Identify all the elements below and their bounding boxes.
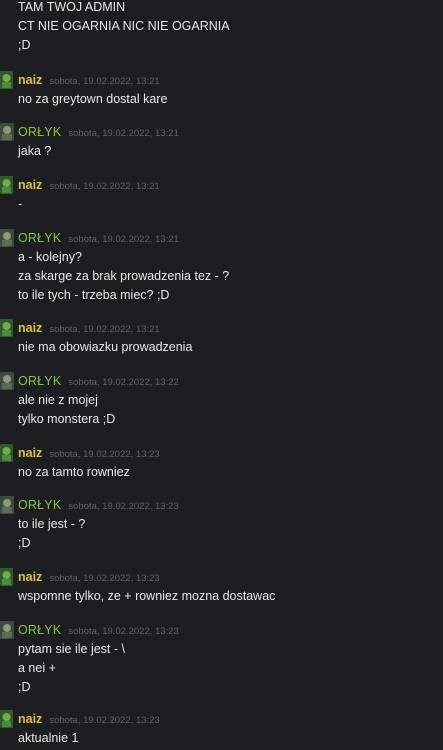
message-line: nie ma obowiazku prowadzenia — [18, 340, 193, 354]
message-line: CT NIE OGARNIA NIC NIE OGARNIA — [18, 19, 230, 33]
avatar[interactable] — [0, 444, 13, 462]
message-header: naiz sobota, 19.02.2022, 13:23 — [18, 444, 160, 462]
message-line: TAM TWOJ ADMIN — [18, 0, 126, 14]
avatar[interactable] — [0, 496, 14, 514]
message-header: ORŁYK sobota, 19.02.2022, 13:21 — [18, 123, 179, 141]
author-name[interactable]: naiz — [18, 444, 42, 462]
message-header: naiz sobota, 19.02.2022, 13:21 — [18, 71, 160, 89]
author-name[interactable]: ORŁYK — [18, 123, 61, 141]
avatar[interactable] — [0, 621, 14, 639]
message-line: no za tamto rowniez — [18, 465, 130, 479]
message-line: aktualnie 1 — [18, 731, 79, 745]
avatar[interactable] — [0, 71, 13, 89]
avatar[interactable] — [0, 568, 13, 586]
message-line: wspomne tylko, ze + rowniez mozna dostaw… — [18, 589, 276, 603]
message-line: pytam sie ile jest - \ — [18, 642, 125, 656]
message-line: a - kolejny? — [18, 250, 82, 264]
author-name[interactable]: ORŁYK — [18, 621, 61, 639]
avatar[interactable] — [0, 176, 13, 194]
timestamp: sobota, 19.02.2022, 13:21 — [68, 234, 179, 245]
message-header: naiz sobota, 19.02.2022, 13:23 — [18, 710, 160, 728]
message-line: jaka ? — [18, 144, 52, 158]
timestamp: sobota, 19.02.2022, 13:21 — [68, 128, 179, 139]
message-line: ;D — [18, 536, 31, 550]
message-line: ale nie z mojej — [18, 393, 98, 407]
timestamp: sobota, 19.02.2022, 13:21 — [49, 76, 160, 87]
message-line: no za greytown dostal kare — [18, 92, 168, 106]
timestamp: sobota, 19.02.2022, 13:23 — [68, 626, 179, 637]
author-name[interactable]: naiz — [18, 568, 42, 586]
message-line: - — [18, 197, 23, 211]
message-header: naiz sobota, 19.02.2022, 13:21 — [18, 319, 160, 337]
author-name[interactable]: ORŁYK — [18, 372, 61, 390]
message-line: ;D — [18, 38, 31, 52]
timestamp: sobota, 19.02.2022, 13:23 — [49, 449, 160, 460]
author-name[interactable]: naiz — [18, 176, 42, 194]
timestamp: sobota, 19.02.2022, 13:23 — [68, 501, 179, 512]
message-header: ORŁYK sobota, 19.02.2022, 13:23 — [18, 496, 179, 514]
message-header: ORŁYK sobota, 19.02.2022, 13:23 — [18, 621, 179, 639]
avatar[interactable] — [0, 123, 14, 141]
message-line: za skarge za brak prowadzenia tez - ? — [18, 269, 230, 283]
timestamp: sobota, 19.02.2022, 13:22 — [68, 377, 179, 388]
message-line: to ile tych - trzeba miec? ;D — [18, 288, 170, 302]
timestamp: sobota, 19.02.2022, 13:23 — [49, 573, 160, 584]
message-line: ;D — [18, 680, 31, 694]
timestamp: sobota, 19.02.2022, 13:21 — [49, 324, 160, 335]
avatar[interactable] — [0, 710, 13, 728]
message-line: to ile jest - ? — [18, 517, 86, 531]
chat-log: TAM TWOJ ADMIN CT NIE OGARNIA NIC NIE OG… — [0, 0, 443, 750]
author-name[interactable]: naiz — [18, 710, 42, 728]
timestamp: sobota, 19.02.2022, 13:21 — [49, 181, 160, 192]
message-header: naiz sobota, 19.02.2022, 13:23 — [18, 568, 160, 586]
message-header: ORŁYK sobota, 19.02.2022, 13:22 — [18, 372, 179, 390]
avatar[interactable] — [0, 319, 13, 337]
avatar[interactable] — [0, 372, 14, 390]
message-header: ORŁYK sobota, 19.02.2022, 13:21 — [18, 229, 179, 247]
author-name[interactable]: ORŁYK — [18, 229, 61, 247]
author-name[interactable]: ORŁYK — [18, 496, 61, 514]
author-name[interactable]: naiz — [18, 71, 42, 89]
author-name[interactable]: naiz — [18, 319, 42, 337]
message-line: a nei + — [18, 661, 56, 675]
timestamp: sobota, 19.02.2022, 13:23 — [49, 715, 160, 726]
message-line: tylko monstera ;D — [18, 412, 116, 426]
avatar[interactable] — [0, 229, 14, 247]
message-header: naiz sobota, 19.02.2022, 13:21 — [18, 176, 160, 194]
